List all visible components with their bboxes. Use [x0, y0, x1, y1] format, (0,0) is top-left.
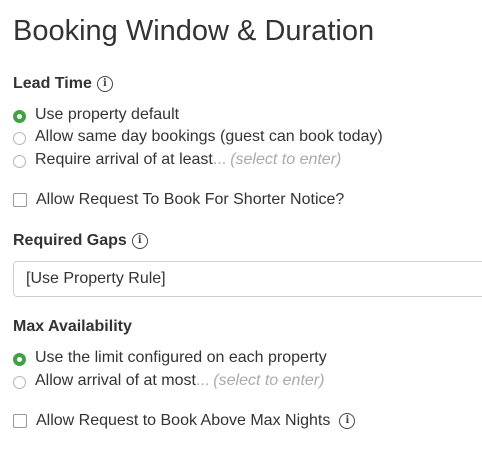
max-availability-heading: Max Availability: [13, 317, 132, 337]
lead-time-radio-property-default[interactable]: [13, 110, 26, 123]
lead-time-option-ellipsis: ...: [212, 151, 227, 168]
required-gaps-select[interactable]: [Use Property Rule]: [13, 261, 482, 297]
max-availability-option-at-most[interactable]: Allow arrival of at most... (select to en…: [13, 370, 324, 392]
lead-time-option-hint: (select to enter): [230, 151, 342, 168]
lead-time-option-label: Require arrival of at least: [35, 151, 213, 168]
max-availability-radio-at-most[interactable]: [13, 376, 26, 389]
request-shorter-notice-option[interactable]: Allow Request To Book For Shorter Notice…: [13, 189, 344, 211]
request-above-max-info-icon[interactable]: i: [339, 413, 356, 429]
max-availability-heading-label: Max Availability: [13, 318, 132, 335]
required-gaps-heading-label: Required Gaps: [13, 232, 127, 249]
max-availability-option-ellipsis: ...: [195, 372, 210, 389]
required-gaps-selected-value: [Use Property Rule]: [26, 270, 166, 287]
request-shorter-notice-checkbox[interactable]: [13, 193, 27, 207]
required-gaps-info-icon[interactable]: i: [131, 233, 148, 249]
request-above-max-checkbox[interactable]: [13, 414, 27, 428]
lead-time-option-require-arrival[interactable]: Require arrival of at least... (select to…: [13, 149, 341, 171]
lead-time-radio-same-day[interactable]: [13, 132, 26, 145]
request-above-max-option[interactable]: Allow Request to Book Above Max Nights i: [13, 410, 356, 432]
lead-time-info-icon[interactable]: i: [96, 76, 113, 92]
max-availability-option-hint: (select to enter): [213, 372, 325, 389]
request-above-max-label: Allow Request to Book Above Max Nights: [36, 412, 331, 429]
max-availability-radio-each-property[interactable]: [13, 353, 26, 366]
lead-time-option-property-default[interactable]: Use property default: [13, 104, 179, 126]
page-title: Booking Window & Duration: [13, 15, 375, 47]
max-availability-option-label: Use the limit configured on each propert…: [35, 349, 327, 366]
lead-time-option-same-day[interactable]: Allow same day bookings (guest can book …: [13, 126, 383, 148]
max-availability-option-each-property[interactable]: Use the limit configured on each propert…: [13, 347, 327, 369]
lead-time-radio-require-arrival[interactable]: [13, 155, 26, 168]
max-availability-option-label: Allow arrival of at most: [35, 372, 196, 389]
request-shorter-notice-label: Allow Request To Book For Shorter Notice…: [36, 191, 345, 208]
lead-time-option-label: Use property default: [35, 106, 180, 123]
lead-time-option-label: Allow same day bookings (guest can book …: [35, 128, 383, 145]
required-gaps-heading: Required Gaps i: [13, 231, 148, 251]
lead-time-heading: Lead Time i: [13, 74, 113, 94]
booking-window-panel: Booking Window & Duration Lead Time i Us…: [0, 0, 482, 454]
lead-time-heading-label: Lead Time: [13, 75, 92, 92]
